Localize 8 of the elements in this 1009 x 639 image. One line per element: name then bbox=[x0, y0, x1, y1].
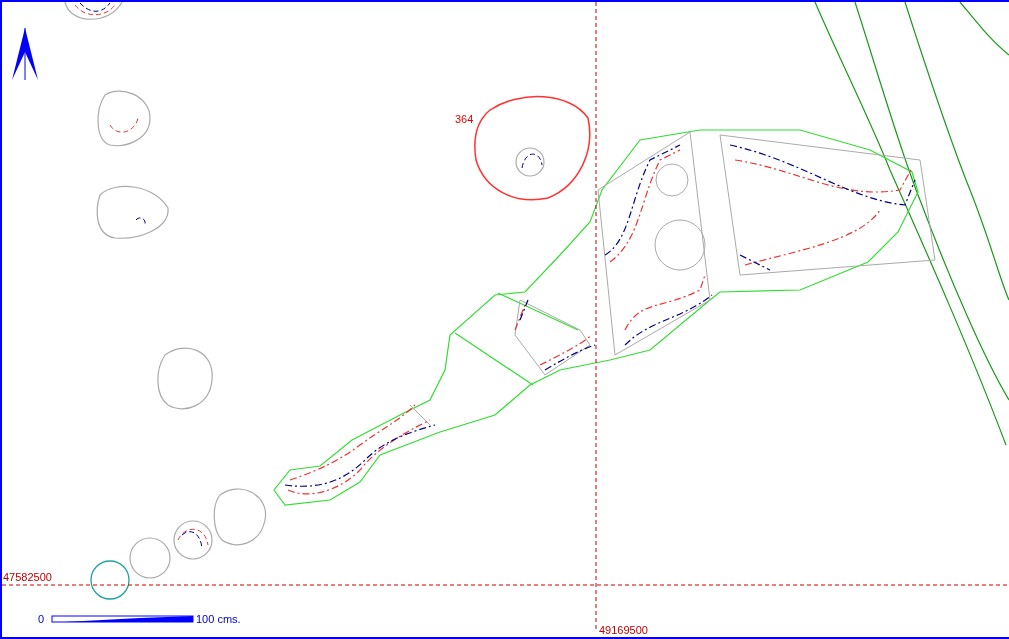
grid-coordinate: 47582500 bbox=[3, 571, 52, 583]
north-arrow-icon bbox=[12, 27, 38, 81]
feature-number: 364 bbox=[455, 113, 474, 125]
scale-bar-icon bbox=[51, 615, 194, 623]
grid-coordinate: 49169500 bbox=[599, 624, 648, 636]
scale-label: 0 bbox=[38, 613, 45, 625]
circle-outline bbox=[90, 560, 130, 600]
scale-label: 100 cms. bbox=[196, 613, 241, 625]
